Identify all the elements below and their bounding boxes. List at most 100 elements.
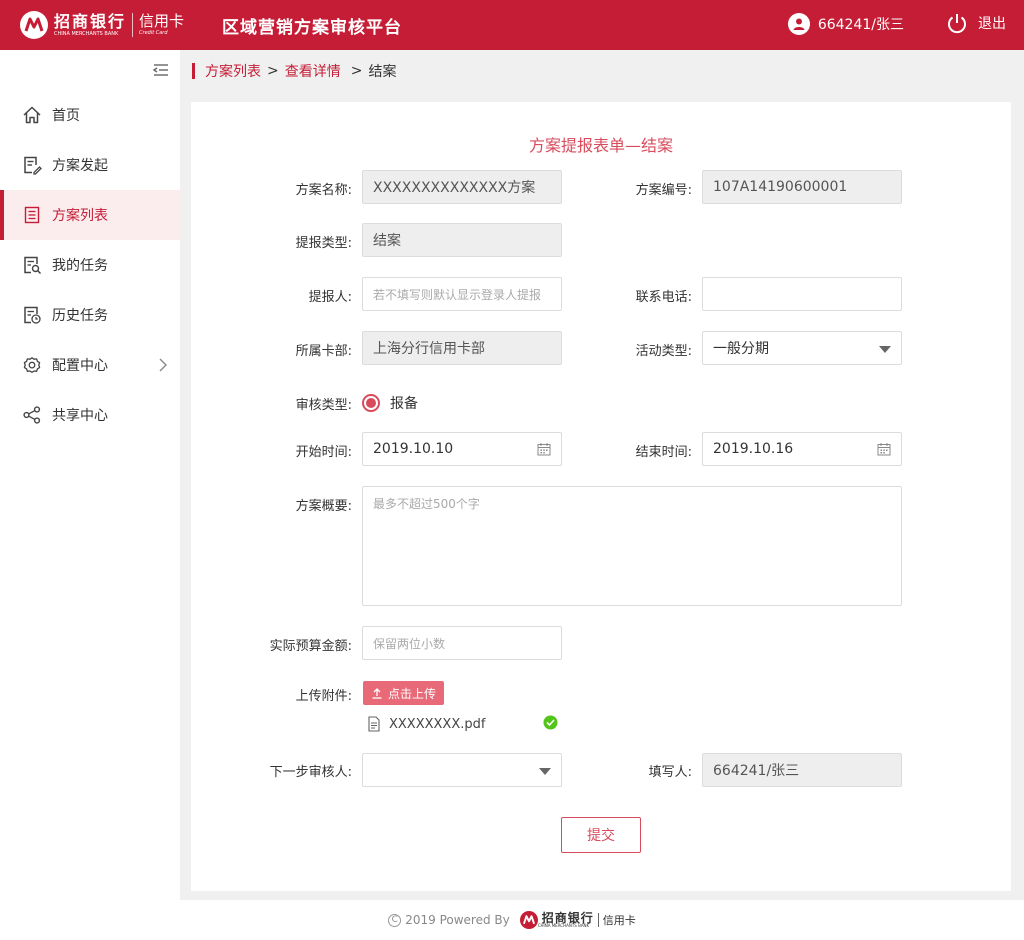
sidebar-item-label: 配置中心 (52, 358, 108, 374)
sidebar-item-config-center[interactable]: 配置中心 (0, 340, 180, 390)
breadcrumb-plan-list[interactable]: 方案列表 (205, 61, 261, 81)
filler-label: 填写人: (648, 765, 692, 780)
review-type-label: 审核类型: (295, 398, 352, 413)
logo-divider (132, 13, 134, 37)
plan-number-label: 方案编号: (635, 183, 692, 198)
logo-card-en: Credit Card (139, 30, 168, 36)
sidebar-item-label: 我的任务 (52, 258, 108, 274)
attachment-file-name: XXXXXXXX.pdf (389, 716, 486, 732)
sidebar-item-label: 历史任务 (52, 308, 108, 324)
logout-button[interactable]: 退出 (946, 12, 1006, 34)
footer-logo-divider (597, 913, 599, 927)
breadcrumb-view-details[interactable]: 查看详情 (285, 61, 341, 81)
upload-button[interactable]: 点击上传 (363, 681, 445, 705)
department-field: 上海分行信用卡部 (362, 331, 562, 365)
budget-input[interactable]: 保留两位小数 (362, 626, 562, 660)
form-title: 方案提报表单—结案 (528, 136, 673, 155)
logo-name-cn: 招商银行 (54, 11, 127, 31)
radio-selected-icon (362, 394, 380, 412)
footer-logo-card: 信用卡 (602, 913, 636, 927)
user-avatar-icon (787, 13, 810, 35)
next-reviewer-label: 下一步审核人: (269, 765, 352, 780)
edit-doc-icon (22, 155, 42, 175)
filler-field: 664241/张三 (702, 753, 902, 787)
summary-textarea[interactable]: 最多不超过500个字 (362, 486, 902, 606)
caret-down-icon (539, 768, 551, 775)
plan-name-label: 方案名称: (295, 183, 352, 198)
sidebar-item-plan-list[interactable]: 方案列表 (0, 190, 180, 240)
activity-type-label: 活动类型: (635, 344, 692, 359)
footer: C 2019 Powered By 招商银行 CHINA MERCHANTS B… (0, 900, 1024, 940)
upload-icon (372, 688, 382, 699)
app-title: 区域营销方案审核平台 (222, 18, 402, 38)
footer-bank-logo: 招商银行 CHINA MERCHANTS BANK 信用卡 (519, 911, 636, 929)
reporter-input[interactable]: 若不填写则默认显示登录人提报 (362, 277, 562, 311)
file-icon (368, 716, 380, 732)
review-type-option-label: 报备 (390, 396, 418, 412)
phone-input[interactable] (702, 277, 902, 311)
logo-name-en: CHINA MERCHANTS BANK (54, 30, 119, 37)
breadcrumb-separator: > (267, 63, 279, 79)
next-reviewer-select[interactable] (362, 753, 562, 787)
start-time-label: 开始时间: (295, 445, 352, 460)
gear-icon (22, 355, 42, 375)
end-time-picker[interactable]: 2019.10.16 (702, 432, 902, 466)
sidebar-item-home[interactable]: 首页 (0, 90, 180, 140)
start-time-picker[interactable]: 2019.10.10 (362, 432, 562, 466)
breadcrumb-current: 结案 (368, 64, 397, 80)
breadcrumb-separator: > (350, 63, 363, 79)
reporter-label: 提报人: (308, 290, 352, 305)
review-type-radio-filing[interactable]: 报备 (362, 393, 418, 413)
bank-logo-mark-icon (20, 11, 48, 39)
home-icon (22, 105, 42, 125)
collapse-menu-icon[interactable] (152, 62, 170, 78)
bank-logo[interactable]: 招商银行 CHINA MERCHANTS BANK 信用卡 Credit Car… (20, 10, 184, 40)
report-type-field: 结案 (362, 223, 562, 257)
sidebar-item-label: 共享中心 (52, 408, 108, 424)
check-circle-icon (543, 715, 558, 730)
activity-type-value: 一般分期 (713, 341, 769, 357)
submit-button[interactable]: 提交 (561, 817, 641, 853)
form-card: 方案提报表单—结案 方案名称: XXXXXXXXXXXXXX方案 方案编号: 1… (191, 102, 1011, 891)
caret-down-icon (879, 346, 891, 353)
top-header: 招商银行 CHINA MERCHANTS BANK 信用卡 Credit Car… (0, 0, 1024, 50)
sidebar-item-plan-create[interactable]: 方案发起 (0, 140, 180, 190)
upload-button-label: 点击上传 (388, 686, 437, 701)
share-icon (22, 405, 42, 425)
logo-card-cn: 信用卡 (139, 12, 185, 30)
activity-type-select[interactable]: 一般分期 (702, 331, 902, 365)
sidebar-item-share-center[interactable]: 共享中心 (0, 390, 180, 440)
calendar-icon (877, 443, 891, 456)
user-info[interactable]: 664241/张三 (787, 13, 904, 35)
sidebar-menu: 首页 方案发起 方案列表 我的任务 历史任务 配置中心 共享中心 (0, 90, 180, 440)
logout-label: 退出 (978, 16, 1006, 32)
sidebar-item-my-tasks[interactable]: 我的任务 (0, 240, 180, 290)
report-type-label: 提报类型: (295, 236, 352, 251)
attachment-file[interactable]: XXXXXXXX.pdf (367, 715, 567, 732)
user-name: 664241/张三 (817, 17, 904, 33)
sidebar-item-label: 首页 (52, 108, 80, 124)
upload-label: 上传附件: (295, 689, 352, 704)
breadcrumb: 方案列表 > 查看详情 > 结案 (180, 50, 1024, 92)
breadcrumb-marker (192, 63, 195, 79)
sidebar-item-label: 方案列表 (52, 208, 108, 224)
budget-label: 实际预算金额: (269, 639, 352, 654)
footer-text: 2019 Powered By (405, 913, 510, 927)
plan-number-field: 107A14190600001 (702, 170, 902, 204)
summary-label: 方案概要: (295, 499, 352, 514)
end-time-value: 2019.10.16 (713, 441, 794, 457)
department-label: 所属卡部: (295, 344, 352, 359)
phone-label: 联系电话: (635, 290, 692, 305)
footer-logo-en: CHINA MERCHANTS BANK (537, 923, 590, 928)
start-time-value: 2019.10.10 (373, 441, 454, 457)
calendar-icon (537, 443, 551, 456)
bank-logo-mark-icon (519, 911, 538, 929)
task-search-icon (22, 255, 42, 275)
sidebar-item-history-tasks[interactable]: 历史任务 (0, 290, 180, 340)
list-doc-icon (22, 205, 42, 225)
plan-name-field: XXXXXXXXXXXXXX方案 (362, 170, 562, 204)
end-time-label: 结束时间: (635, 445, 692, 460)
history-doc-icon (22, 305, 42, 325)
copyright-icon: C (388, 913, 402, 927)
power-icon (948, 14, 966, 34)
